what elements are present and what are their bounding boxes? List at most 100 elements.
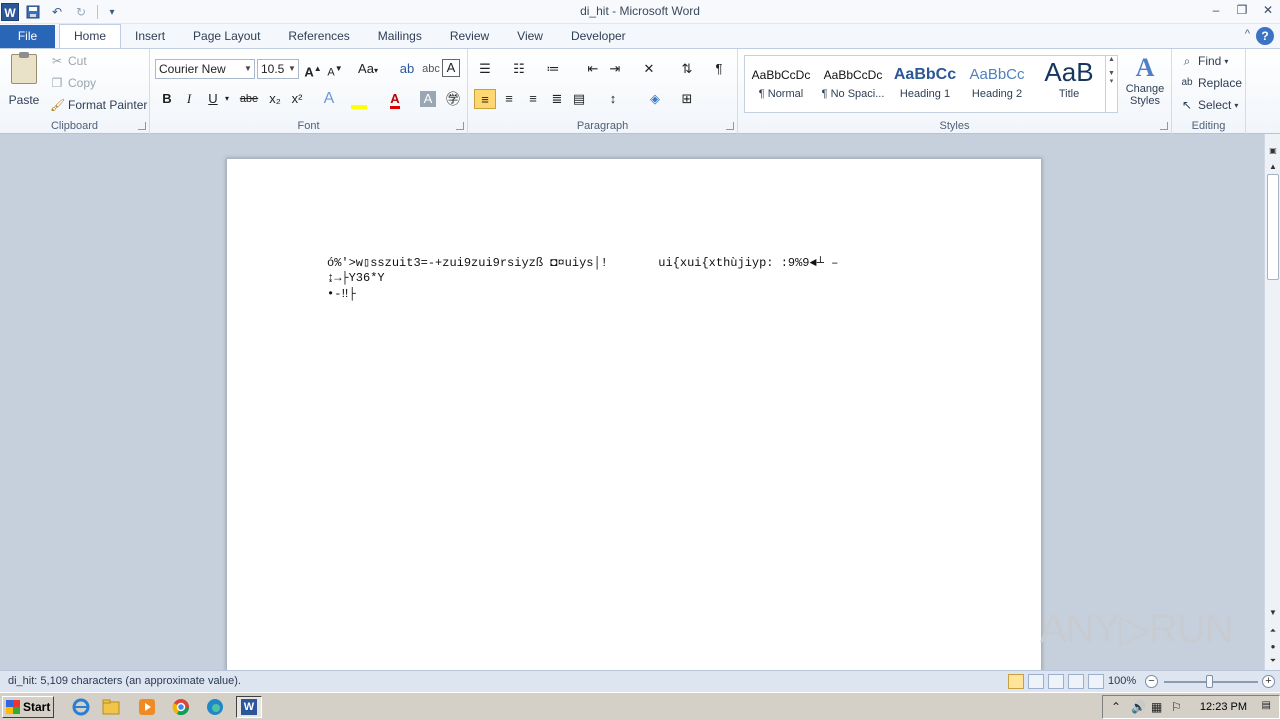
outline-view-icon[interactable] xyxy=(1068,674,1084,689)
font-name-combo[interactable]: Courier New ▼ xyxy=(155,59,255,79)
bullets-icon[interactable]: ☰ xyxy=(474,59,496,79)
ribbon-tabs: File Home Insert Page Layout References … xyxy=(0,24,1280,48)
show-marks-button[interactable]: ¶ xyxy=(708,59,730,79)
subscript-button[interactable]: x₂ xyxy=(264,89,286,109)
tab-insert[interactable]: Insert xyxy=(121,25,179,48)
tab-developer[interactable]: Developer xyxy=(557,25,640,48)
font-color-icon[interactable]: A xyxy=(384,89,406,109)
font-launcher-icon[interactable] xyxy=(456,122,464,130)
cut-button[interactable]: ✂ Cut xyxy=(50,54,87,68)
shading-icon[interactable]: ◈ xyxy=(644,89,666,109)
strikethrough-button[interactable]: abe xyxy=(236,89,262,109)
minimize-ribbon-icon[interactable]: ^ xyxy=(1245,28,1250,40)
clear-formatting-icon[interactable]: ab xyxy=(396,59,418,79)
chrome-icon[interactable] xyxy=(168,696,194,718)
justify-icon[interactable]: ≣ xyxy=(546,89,568,109)
character-border-icon[interactable]: A xyxy=(442,59,460,77)
style-title[interactable]: AaB Title xyxy=(1033,56,1105,112)
minimize-button[interactable]: – xyxy=(1204,0,1228,20)
style-name: Heading 2 xyxy=(971,88,1023,100)
full-screen-reading-view-icon[interactable] xyxy=(1028,674,1044,689)
network-icon[interactable]: ▦ xyxy=(1151,700,1162,714)
scroll-thumb[interactable] xyxy=(1267,174,1279,280)
phonetic-guide-icon[interactable]: abc xyxy=(420,59,442,79)
next-page-icon[interactable]: ⏷ xyxy=(1265,654,1280,668)
change-styles-button[interactable]: A Change Styles xyxy=(1122,53,1168,107)
help-icon[interactable]: ? xyxy=(1256,27,1274,45)
zoom-out-button[interactable]: − xyxy=(1145,675,1158,688)
grow-font-button[interactable]: A▲ xyxy=(302,59,324,79)
action-center-flag-icon[interactable]: ⚐ xyxy=(1171,700,1182,714)
vertical-scrollbar[interactable]: ▣ ▲ ▼ ⏶ ● ⏷ xyxy=(1264,134,1280,670)
web-layout-view-icon[interactable] xyxy=(1048,674,1064,689)
enclose-characters-icon[interactable]: ㊫ xyxy=(442,89,464,109)
tab-review[interactable]: Review xyxy=(436,25,503,48)
styles-gallery-scroll[interactable]: ▲ ▼ ▾ xyxy=(1105,56,1117,112)
print-layout-view-icon[interactable] xyxy=(1008,674,1024,689)
increase-indent-icon[interactable]: ⇥ xyxy=(604,59,626,79)
tab-home[interactable]: Home xyxy=(59,24,122,48)
select-button[interactable]: ↖ Select ▾ xyxy=(1180,98,1238,112)
scroll-up-icon[interactable]: ▲ xyxy=(1265,160,1280,174)
document-page[interactable]: ó%'>w▯sszuit3=-+zui9zui9rsiyzß ◘¤uiys│! … xyxy=(226,158,1042,670)
edge-icon[interactable] xyxy=(202,696,228,718)
asian-layout-icon[interactable]: ✕ xyxy=(638,59,660,79)
select-browse-object-icon[interactable]: ● xyxy=(1265,640,1280,654)
underline-dropdown-icon[interactable]: ▾ xyxy=(222,89,232,109)
copy-button[interactable]: ❐ Copy xyxy=(50,76,96,90)
multilevel-list-icon[interactable]: ≔ xyxy=(542,59,564,79)
style-heading-2[interactable]: AaBbCc Heading 2 xyxy=(961,56,1033,112)
styles-launcher-icon[interactable] xyxy=(1160,122,1168,130)
italic-button[interactable]: I xyxy=(178,89,200,109)
shrink-font-button[interactable]: A▼ xyxy=(324,59,346,79)
underline-button[interactable]: U xyxy=(202,89,224,109)
line-spacing-icon[interactable]: ↕ xyxy=(602,89,624,109)
clipboard-launcher-icon[interactable] xyxy=(138,122,146,130)
superscript-button[interactable]: x² xyxy=(286,89,308,109)
restore-button[interactable]: ❐ xyxy=(1230,0,1254,20)
align-center-icon[interactable]: ≡ xyxy=(498,89,520,109)
word-taskbar-button[interactable]: W xyxy=(236,696,262,718)
font-size-combo[interactable]: 10.5 ▼ xyxy=(257,59,299,79)
zoom-in-button[interactable]: + xyxy=(1262,675,1275,688)
numbering-icon[interactable]: ☷ xyxy=(508,59,530,79)
tab-view[interactable]: View xyxy=(503,25,557,48)
borders-icon[interactable]: ⊞ xyxy=(676,89,698,109)
highlight-icon[interactable] xyxy=(348,89,370,109)
find-button[interactable]: ⌕ Find ▾ xyxy=(1180,54,1229,68)
style-heading-1[interactable]: AaBbCc Heading 1 xyxy=(889,56,961,112)
character-shading-icon[interactable]: A xyxy=(420,91,436,107)
media-player-icon[interactable] xyxy=(134,696,160,718)
internet-explorer-icon[interactable] xyxy=(68,696,94,718)
bold-button[interactable]: B xyxy=(156,89,178,109)
format-painter-button[interactable]: 🖌 Format Painter xyxy=(50,98,147,112)
zoom-slider-thumb[interactable] xyxy=(1206,675,1213,688)
draft-view-icon[interactable] xyxy=(1088,674,1104,689)
change-case-button[interactable]: Aa▾ xyxy=(354,59,382,79)
show-hidden-icons-icon[interactable]: ⌃ xyxy=(1111,700,1121,714)
scroll-down-icon[interactable]: ▼ xyxy=(1265,606,1280,620)
file-explorer-icon[interactable] xyxy=(98,696,124,718)
zoom-level[interactable]: 100% xyxy=(1108,675,1136,687)
tab-references[interactable]: References xyxy=(274,25,363,48)
align-right-icon[interactable]: ≡ xyxy=(522,89,544,109)
paragraph-launcher-icon[interactable] xyxy=(726,122,734,130)
notification-icon[interactable]: ▤ xyxy=(1262,700,1271,711)
replace-button[interactable]: ab Replace xyxy=(1180,76,1242,90)
sort-icon[interactable]: ⇅ xyxy=(676,59,698,79)
tab-mailings[interactable]: Mailings xyxy=(364,25,436,48)
text-effects-icon[interactable]: A xyxy=(318,89,340,109)
ruler-toggle-icon[interactable]: ▣ xyxy=(1265,144,1280,158)
distributed-icon[interactable]: ▤ xyxy=(568,89,590,109)
tab-page-layout[interactable]: Page Layout xyxy=(179,25,274,48)
close-button[interactable]: ✕ xyxy=(1256,0,1280,20)
paste-button[interactable]: Paste xyxy=(6,52,42,107)
volume-icon[interactable]: 🔊 xyxy=(1131,700,1146,714)
start-button[interactable]: Start xyxy=(2,696,54,718)
align-left-icon[interactable]: ≡ xyxy=(474,89,496,109)
previous-page-icon[interactable]: ⏶ xyxy=(1265,624,1280,638)
tab-file[interactable]: File xyxy=(0,25,55,48)
decrease-indent-icon[interactable]: ⇤ xyxy=(582,59,604,79)
style-no-spacing[interactable]: AaBbCcDc ¶ No Spaci... xyxy=(817,56,889,112)
style-normal[interactable]: AaBbCcDc ¶ Normal xyxy=(745,56,817,112)
